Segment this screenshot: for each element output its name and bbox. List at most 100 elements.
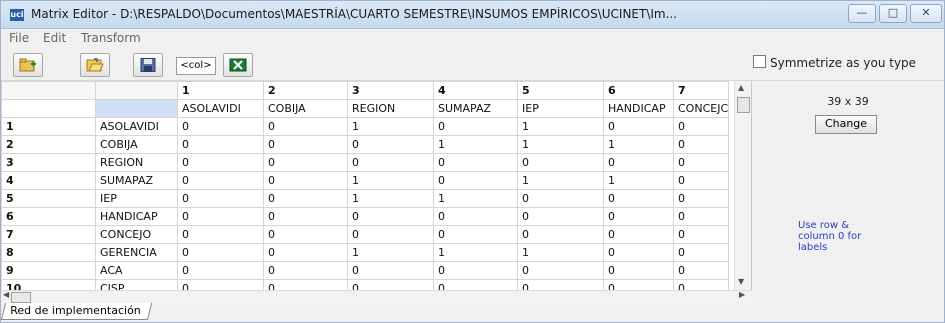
matrix-cell[interactable]: 0 [517,153,604,172]
row-label-cell[interactable]: CONCEJO [95,225,178,244]
matrix-cell[interactable]: 0 [347,225,434,244]
row-label-cell[interactable]: SUMAPAZ [95,171,178,190]
matrix-cell[interactable]: 0 [517,207,604,226]
save-button[interactable] [133,53,163,77]
matrix-cell[interactable]: 0 [263,117,348,136]
matrix-cell[interactable]: 0 [672,171,730,190]
matrix-cell[interactable]: 1 [603,171,674,190]
column-label-cell[interactable]: ASOLAVIDI [177,99,264,118]
corner-cell-2[interactable] [95,81,178,100]
matrix-cell[interactable]: 0 [603,153,674,172]
matrix-cell[interactable]: 0 [672,153,730,172]
sheet-tab[interactable]: Red de implementación [1,303,152,320]
column-number-header[interactable]: 1 [177,81,264,100]
matrix-cell[interactable]: 0 [177,225,264,244]
column-label-cell[interactable]: IEP [517,99,604,118]
matrix-cell[interactable]: 0 [517,189,604,208]
row-label-cell[interactable]: ASOLAVIDI [95,117,178,136]
matrix-cell[interactable]: 1 [603,135,674,154]
matrix-cell[interactable]: 0 [263,207,348,226]
open-button[interactable] [80,53,110,77]
matrix-cell[interactable]: 0 [603,207,674,226]
column-number-header[interactable]: 2 [263,81,348,100]
new-button[interactable] [13,53,43,77]
minimize-button[interactable]: — [848,4,876,23]
matrix-cell[interactable]: 0 [603,225,674,244]
matrix-cell[interactable]: 0 [347,207,434,226]
horizontal-scrollbar[interactable]: ◀ ▶ [1,290,751,303]
column-number-header[interactable]: 6 [603,81,674,100]
excel-button[interactable] [223,53,253,77]
row-number-header[interactable]: 4 [1,171,96,190]
matrix-cell[interactable]: 0 [177,117,264,136]
column-number-header[interactable]: 7 [672,81,730,100]
row-number-blank[interactable] [1,99,96,118]
row-number-header[interactable]: 6 [1,207,96,226]
row-number-header[interactable]: 10 [1,279,96,290]
matrix-cell[interactable]: 0 [177,171,264,190]
matrix-cell[interactable]: 0 [672,243,730,262]
column-number-header[interactable]: 3 [347,81,434,100]
scroll-up-icon[interactable]: ▲ [738,83,744,92]
horizontal-scroll-thumb[interactable] [11,292,31,303]
scroll-left-icon[interactable]: ◀ [3,290,9,299]
matrix-cell[interactable]: 0 [177,279,264,290]
matrix-cell[interactable]: 0 [672,225,730,244]
matrix-cell[interactable]: 0 [517,225,604,244]
matrix-cell[interactable]: 1 [347,189,434,208]
column-number-header[interactable]: 4 [433,81,518,100]
matrix-cell[interactable]: 0 [177,135,264,154]
vertical-scroll-thumb[interactable] [737,97,750,113]
column-label-cell[interactable]: COBIJA [263,99,348,118]
row-label-cell[interactable]: IEP [95,189,178,208]
matrix-cell[interactable]: 0 [672,207,730,226]
symmetrize-checkbox[interactable] [753,55,766,68]
matrix-cell[interactable]: 0 [433,261,518,280]
matrix-cell[interactable]: 1 [347,117,434,136]
row-label-cell[interactable]: ACA [95,261,178,280]
matrix-cell[interactable]: 0 [177,243,264,262]
row-number-header[interactable]: 2 [1,135,96,154]
matrix-cell[interactable]: 0 [433,171,518,190]
matrix-cell[interactable]: 0 [263,279,348,290]
matrix-cell[interactable]: 0 [347,261,434,280]
corner-cell[interactable] [1,81,96,100]
matrix-cell[interactable]: 1 [517,243,604,262]
scroll-right-icon[interactable]: ▶ [739,290,745,299]
matrix-cell[interactable]: 0 [433,279,518,290]
matrix-cell[interactable]: 0 [517,261,604,280]
matrix-cell[interactable]: 0 [433,117,518,136]
matrix-cell[interactable]: 0 [433,225,518,244]
row-number-header[interactable]: 9 [1,261,96,280]
menu-edit[interactable]: Edit [43,31,66,45]
matrix-cell[interactable]: 1 [517,135,604,154]
matrix-cell[interactable]: 0 [177,207,264,226]
matrix-cell[interactable]: 0 [603,279,674,290]
matrix-cell[interactable]: 1 [517,171,604,190]
title-bar[interactable]: uci Matrix Editor - D:\RESPALDO\Document… [1,1,944,29]
matrix-cell[interactable]: 0 [672,189,730,208]
row-label-cell[interactable]: REGION [95,153,178,172]
matrix-cell[interactable]: 0 [603,117,674,136]
matrix-cell[interactable]: 1 [517,117,604,136]
symmetrize-option[interactable]: Symmetrize as you type [753,55,916,70]
row-label-cell[interactable]: HANDICAP [95,207,178,226]
matrix-cell[interactable]: 0 [603,243,674,262]
menu-transform[interactable]: Transform [81,31,141,45]
matrix-cell[interactable]: 0 [263,171,348,190]
matrix-cell[interactable]: 0 [347,279,434,290]
matrix-cell[interactable]: 1 [433,189,518,208]
column-label-cell[interactable]: SUMAPAZ [433,99,518,118]
label-corner-cell[interactable] [95,99,178,118]
matrix-cell[interactable]: 0 [347,153,434,172]
matrix-cell[interactable]: 0 [263,135,348,154]
matrix-cell[interactable]: 0 [672,117,730,136]
matrix-cell[interactable]: 0 [177,153,264,172]
row-number-header[interactable]: 5 [1,189,96,208]
matrix-cell[interactable]: 0 [177,189,264,208]
matrix-cell[interactable]: 0 [603,261,674,280]
matrix-cell[interactable]: 0 [603,189,674,208]
matrix-cell[interactable]: 1 [347,243,434,262]
row-number-header[interactable]: 1 [1,117,96,136]
row-label-cell[interactable]: CISP [95,279,178,290]
